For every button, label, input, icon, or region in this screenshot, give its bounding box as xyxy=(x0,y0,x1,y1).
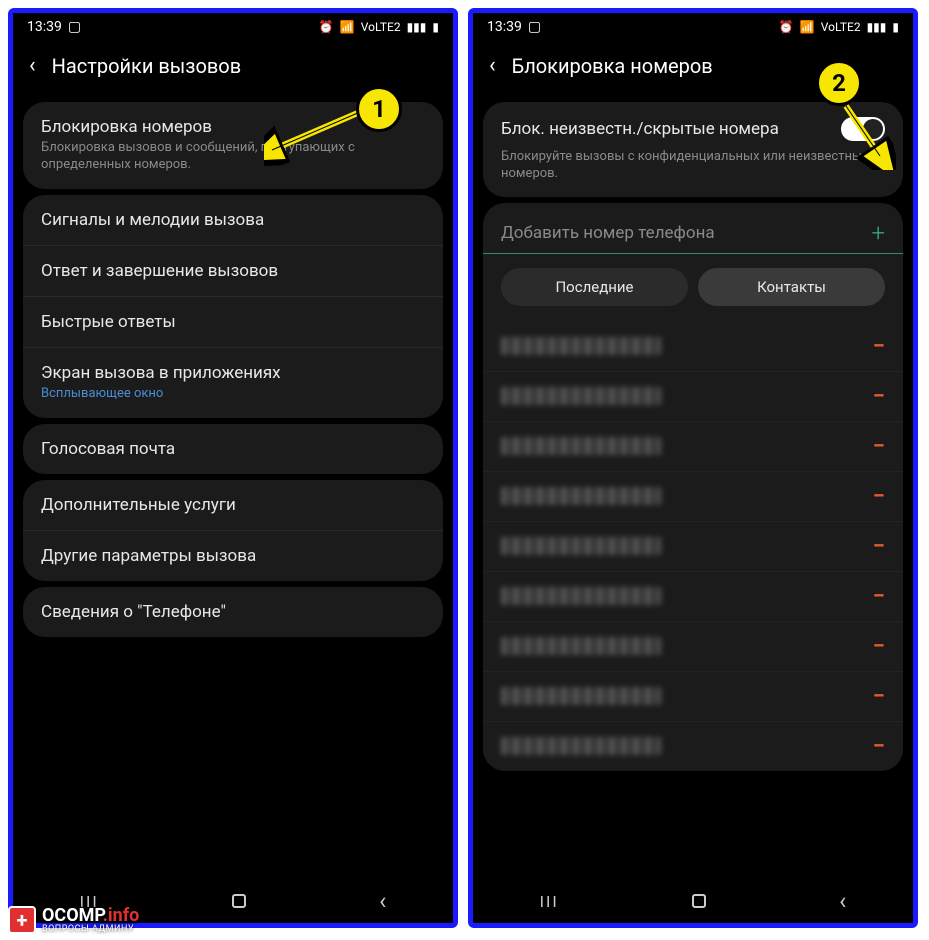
item-title: Быстрые ответы xyxy=(41,312,425,332)
item-title: Голосовая почта xyxy=(41,439,425,459)
item-other-params[interactable]: Другие параметры вызова xyxy=(23,531,443,581)
blocked-number-redacted xyxy=(501,537,661,555)
settings-group-3: Голосовая почта xyxy=(23,424,443,474)
blocked-number-redacted xyxy=(501,737,661,755)
back-icon[interactable]: ‹ xyxy=(29,53,36,78)
blocked-number-redacted xyxy=(501,487,661,505)
item-title: Ответ и завершение вызовов xyxy=(41,261,425,281)
settings-group-4: Дополнительные услуги Другие параметры в… xyxy=(23,480,443,581)
nav-home-icon[interactable] xyxy=(692,894,706,908)
add-number-input[interactable]: Добавить номер телефона + xyxy=(483,205,903,254)
item-subtitle: Всплывающее окно xyxy=(41,386,425,403)
signal-icon: ▮▮▮ xyxy=(407,20,427,34)
remove-icon[interactable]: − xyxy=(873,634,885,659)
toggle-title: Блок. неизвестн./скрытые номера xyxy=(501,119,829,139)
screen-title: Настройки вызовов xyxy=(52,54,242,78)
contacts-button[interactable]: Контакты xyxy=(698,268,885,306)
remove-icon[interactable]: − xyxy=(873,484,885,509)
blocked-number-row[interactable]: − xyxy=(483,672,903,722)
item-ringtones[interactable]: Сигналы и мелодии вызова xyxy=(23,195,443,246)
blocked-number-row[interactable]: − xyxy=(483,322,903,372)
item-title: Сигналы и мелодии вызова xyxy=(41,210,425,230)
item-answer-end[interactable]: Ответ и завершение вызовов xyxy=(23,246,443,297)
screenshot-icon: ▢ xyxy=(68,19,81,35)
add-icon[interactable]: + xyxy=(871,219,885,247)
watermark: + OCOMP.info ВОПРОСЫ АДМИНУ xyxy=(8,906,139,934)
blocked-number-row[interactable]: − xyxy=(483,372,903,422)
watermark-sub: ВОПРОСЫ АДМИНУ xyxy=(42,925,139,934)
remove-icon[interactable]: − xyxy=(873,734,885,759)
settings-group-2: Сигналы и мелодии вызова Ответ и заверше… xyxy=(23,195,443,418)
annotation-arrow-2 xyxy=(836,100,896,170)
settings-group-5: Сведения о "Телефоне" xyxy=(23,587,443,637)
blocked-number-row[interactable]: − xyxy=(483,522,903,572)
remove-icon[interactable]: − xyxy=(873,334,885,359)
nav-bar: III ‹ xyxy=(473,887,913,915)
nav-back-icon[interactable]: ‹ xyxy=(839,887,846,915)
blocked-number-redacted xyxy=(501,637,661,655)
alarm-icon: ⏰ xyxy=(779,20,794,34)
alarm-icon: ⏰ xyxy=(319,20,334,34)
nav-recent-icon[interactable]: III xyxy=(540,892,559,911)
nav-home-icon[interactable] xyxy=(232,894,246,908)
remove-icon[interactable]: − xyxy=(873,384,885,409)
blocked-number-row[interactable]: − xyxy=(483,422,903,472)
status-bar: 13:39 ▢ ⏰ 📶 VoLTE2 ▮▮▮ ▮ xyxy=(13,13,453,41)
status-bar: 13:39 ▢ ⏰ 📶 VoLTE2 ▮▮▮ ▮ xyxy=(473,13,913,41)
blocked-number-redacted xyxy=(501,337,661,355)
remove-icon[interactable]: − xyxy=(873,434,885,459)
watermark-tld: .info xyxy=(103,905,140,926)
wifi-icon: 📶 xyxy=(340,20,355,34)
nav-back-icon[interactable]: ‹ xyxy=(379,887,386,915)
blocked-number-redacted xyxy=(501,387,661,405)
wifi-icon: 📶 xyxy=(800,20,815,34)
status-time: 13:39 xyxy=(27,19,62,35)
screen-title: Блокировка номеров xyxy=(512,54,713,78)
watermark-plus-icon: + xyxy=(8,906,36,934)
screenshot-icon: ▢ xyxy=(528,19,541,35)
annotation-badge-1: 1 xyxy=(356,86,402,132)
blocked-number-row[interactable]: − xyxy=(483,722,903,771)
item-call-display[interactable]: Экран вызова в приложениях Всплывающее о… xyxy=(23,348,443,418)
blocked-list: − − − − − − − − − xyxy=(483,322,903,771)
remove-icon[interactable]: − xyxy=(873,584,885,609)
lte-label: VoLTE2 xyxy=(361,20,401,34)
blocked-number-row[interactable]: − xyxy=(483,572,903,622)
item-voicemail[interactable]: Голосовая почта xyxy=(23,424,443,474)
item-quick-replies[interactable]: Быстрые ответы xyxy=(23,297,443,348)
blocked-number-row[interactable]: − xyxy=(483,622,903,672)
battery-icon: ▮ xyxy=(892,20,899,34)
back-icon[interactable]: ‹ xyxy=(489,53,496,78)
item-title: Другие параметры вызова xyxy=(41,546,425,566)
lte-label: VoLTE2 xyxy=(821,20,861,34)
item-about-phone[interactable]: Сведения о "Телефоне" xyxy=(23,587,443,637)
remove-icon[interactable]: − xyxy=(873,534,885,559)
recent-button[interactable]: Последние xyxy=(501,268,688,306)
blocked-number-redacted xyxy=(501,687,661,705)
item-title: Сведения о "Телефоне" xyxy=(41,602,425,622)
blocked-number-redacted xyxy=(501,587,661,605)
item-title: Экран вызова в приложениях xyxy=(41,363,425,383)
remove-icon[interactable]: − xyxy=(873,684,885,709)
status-time: 13:39 xyxy=(487,19,522,35)
blocked-number-row[interactable]: − xyxy=(483,472,903,522)
annotation-badge-2: 2 xyxy=(816,60,862,106)
battery-icon: ▮ xyxy=(432,20,439,34)
watermark-site: OCOMP xyxy=(42,905,103,926)
item-supplementary[interactable]: Дополнительные услуги xyxy=(23,480,443,531)
input-placeholder: Добавить номер телефона xyxy=(501,223,871,243)
blocked-number-redacted xyxy=(501,437,661,455)
block-list-card: Добавить номер телефона + Последние Конт… xyxy=(483,203,903,771)
phone-screen-1: 13:39 ▢ ⏰ 📶 VoLTE2 ▮▮▮ ▮ ‹ Настройки выз… xyxy=(8,8,458,928)
item-title: Дополнительные услуги xyxy=(41,495,425,515)
signal-icon: ▮▮▮ xyxy=(867,20,887,34)
